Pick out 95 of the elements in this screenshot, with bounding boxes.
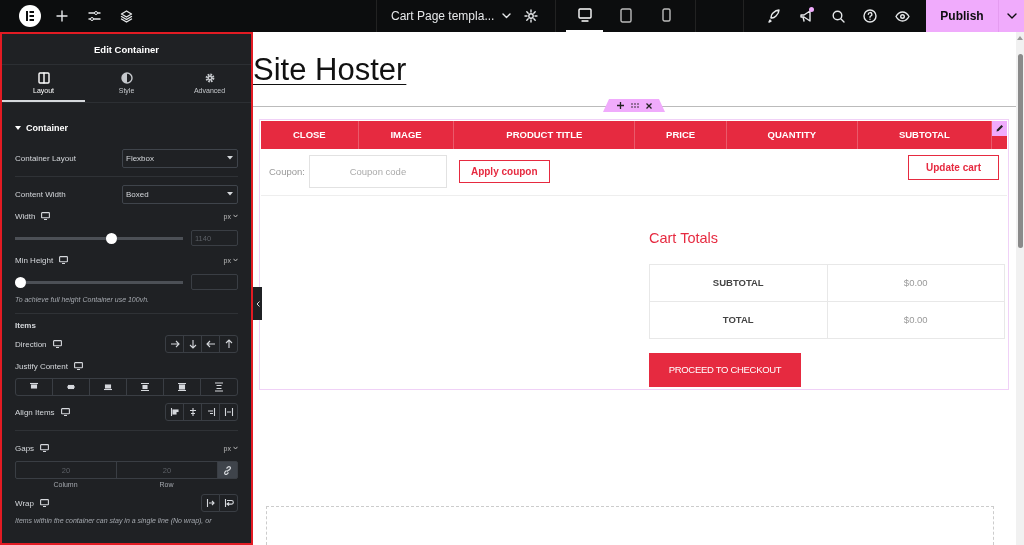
arrow-down-icon xyxy=(187,339,198,349)
option-button[interactable] xyxy=(219,494,238,512)
option-button[interactable] xyxy=(201,335,220,353)
option-button[interactable] xyxy=(163,378,201,396)
select-dropdown[interactable]: Boxed xyxy=(122,184,238,204)
slider-thumb[interactable] xyxy=(15,276,26,288)
search-icon xyxy=(831,9,845,23)
logo-icon xyxy=(19,5,41,27)
justify-between-icon xyxy=(140,382,150,392)
coupon-field[interactable]: Coupon code xyxy=(308,155,447,189)
align-start-icon xyxy=(169,407,180,417)
totals-value: $0.00 xyxy=(902,276,929,291)
chevron-down-icon xyxy=(502,13,512,19)
chevron-down-icon xyxy=(233,214,238,218)
column-header: PRICE xyxy=(635,120,728,149)
cart-totals-heading: Cart Totals xyxy=(649,229,720,246)
select-dropdown[interactable]: Flexbox xyxy=(122,148,238,168)
totals-value: $0.00 xyxy=(902,313,929,328)
megaphone-icon xyxy=(799,9,813,23)
justify-start-icon xyxy=(29,382,39,392)
number-field[interactable] xyxy=(191,274,238,290)
align-end-icon xyxy=(205,407,216,417)
panel-title: Edit Container xyxy=(94,43,159,55)
gear-icon xyxy=(203,71,216,84)
chevron-down-icon xyxy=(233,258,238,262)
option-button[interactable] xyxy=(219,403,238,421)
desktop-icon xyxy=(577,8,592,22)
update-cart-button[interactable]: Update cart xyxy=(908,154,999,180)
control-label: Wrap xyxy=(15,498,34,508)
totals-label: TOTAL xyxy=(650,301,828,338)
pencil-icon xyxy=(995,124,1004,133)
slider-thumb[interactable] xyxy=(106,232,118,244)
chevron-left-icon xyxy=(255,300,260,307)
publish-button[interactable]: Publish xyxy=(926,0,998,32)
link-icon xyxy=(223,465,232,475)
option-button[interactable] xyxy=(201,403,220,421)
scrollbar[interactable] xyxy=(1016,32,1024,545)
column-header: PRODUCT TITLE xyxy=(454,120,636,149)
site-title-link[interactable]: Site Hoster xyxy=(253,52,407,88)
caret-down-icon xyxy=(227,192,233,196)
option-button[interactable] xyxy=(15,378,53,396)
column-header: CLOSE xyxy=(261,120,359,149)
option-button[interactable] xyxy=(126,378,164,396)
scroll-up-icon xyxy=(1017,36,1023,40)
align-center-icon xyxy=(187,407,198,417)
arrow-up-icon xyxy=(223,339,234,349)
control-label: Container Layout xyxy=(15,153,76,163)
control-label: Direction xyxy=(15,339,47,349)
checkout-button[interactable]: PROCEED TO CHECKOUT xyxy=(649,352,801,387)
link-button[interactable] xyxy=(217,461,238,479)
justify-end-icon xyxy=(103,382,113,392)
columns-icon xyxy=(37,71,50,84)
control-label: Justify Content xyxy=(15,361,68,371)
control-label: Gaps xyxy=(15,443,35,453)
group-heading: Items xyxy=(15,321,37,330)
layers-icon xyxy=(119,9,133,23)
apply-coupon-button[interactable]: Apply coupon xyxy=(458,160,550,184)
arrow-right-icon xyxy=(169,339,180,349)
caret-down-icon xyxy=(227,156,233,160)
option-button[interactable] xyxy=(201,494,220,512)
option-button[interactable] xyxy=(219,335,238,353)
control-label: Width xyxy=(15,211,36,221)
publish-options-button[interactable] xyxy=(998,0,1024,32)
help-icon xyxy=(863,9,877,23)
phone-icon xyxy=(662,8,671,22)
align-stretch-icon xyxy=(223,407,234,417)
wrap-icon xyxy=(223,498,234,508)
section-toggle[interactable]: Container xyxy=(2,103,251,141)
container-handle[interactable] xyxy=(603,99,665,112)
tablet-icon xyxy=(619,7,632,23)
totals-label: SUBTOTAL xyxy=(650,264,828,301)
justify-around-icon xyxy=(177,382,187,392)
arrow-left-icon xyxy=(205,339,216,349)
drag-handle-icon xyxy=(630,103,639,108)
control-label: Min Height xyxy=(15,255,54,265)
gear-icon xyxy=(524,9,538,23)
column-header: IMAGE xyxy=(358,120,455,149)
no-wrap-icon xyxy=(205,498,216,508)
plus-icon xyxy=(56,10,68,22)
control-label: Content Width xyxy=(15,189,66,199)
justify-evenly-icon xyxy=(214,382,224,392)
eye-icon xyxy=(894,10,910,22)
close-icon xyxy=(645,102,652,109)
contrast-icon xyxy=(120,71,133,84)
sliders-icon xyxy=(87,10,101,22)
plus-icon xyxy=(616,102,624,109)
chevron-down-icon xyxy=(233,446,238,450)
chevron-down-icon xyxy=(1006,13,1017,19)
option-button[interactable] xyxy=(89,378,127,396)
justify-center-icon xyxy=(66,382,76,392)
coupon-label: Coupon: xyxy=(269,166,305,178)
control-label: Align Items xyxy=(15,407,55,417)
option-button[interactable] xyxy=(52,378,90,396)
edit-widget-button[interactable] xyxy=(992,120,1007,136)
column-header: QUANTITY xyxy=(727,120,858,149)
